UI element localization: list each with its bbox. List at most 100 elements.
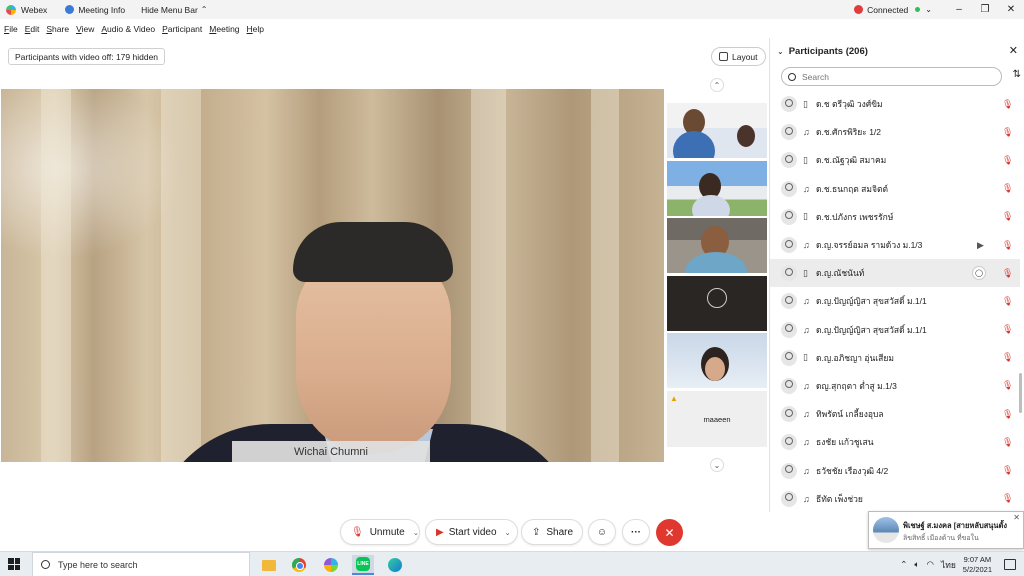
muted-mic-icon[interactable]: 🎙︎ [1002, 465, 1013, 476]
muted-mic-icon[interactable]: 🎙︎ [1002, 380, 1013, 391]
headset-icon: ♫ [803, 493, 810, 504]
language-indicator[interactable]: ไทย [941, 558, 956, 572]
share-button[interactable]: ⇪ Share [521, 519, 583, 545]
speaker-name-tag: Wichai Chumni [232, 441, 430, 462]
sort-icon[interactable]: ⇅ [1013, 69, 1021, 80]
participant-row[interactable]: ♫ ธงชัย แก้วชูเสน 🎙︎ [770, 428, 1020, 456]
participant-row[interactable]: ♫ ด.ช.ศักรพิริยะ 1/2 🎙︎ [770, 118, 1020, 146]
close-window-button[interactable]: ✕ [998, 4, 1024, 15]
wifi-icon[interactable]: ◠ [927, 559, 934, 570]
video-thumbnail[interactable] [667, 103, 767, 158]
participant-row[interactable]: ♫ ทิพรัตน์ เกลี้ยงอุบล 🎙︎ [770, 400, 1020, 428]
avatar [781, 406, 797, 423]
notifications-icon[interactable] [1004, 559, 1016, 570]
webex-taskbar-icon[interactable] [320, 555, 342, 575]
muted-mic-icon[interactable]: 🎙︎ [1002, 352, 1013, 363]
chat-notification[interactable]: พิเชษฐ์ ส.มงคล [สายหลับสนุนตั้ง ลิขสิทธิ… [868, 511, 1024, 549]
muted-mic-icon[interactable]: 🎙︎ [1002, 268, 1013, 279]
video-thumbnail[interactable] [667, 218, 767, 273]
chrome-icon[interactable] [288, 555, 310, 575]
connection-status[interactable]: Connected ⌄ [854, 5, 932, 15]
participant-row[interactable]: ♫ ด.ญ.ปัญญ์ญิสา สุขสวัสดิ์ ม.1/1 🎙︎ [770, 316, 1020, 344]
reactions-button[interactable]: ☺ [588, 519, 616, 545]
participant-row[interactable]: ♫ ด.ญ.ปัญญ์ญิสา สุขสวัสดิ์ ม.1/1 🎙︎ [770, 287, 1020, 315]
participant-row[interactable]: ▯ ด.ช.ณัฐวุฒิ สมาคม 🎙︎ [770, 146, 1020, 174]
unmute-button[interactable]: 🎙︎ Unmute ⌄ [340, 519, 420, 545]
chevron-down-icon[interactable]: ⌄ [505, 528, 511, 537]
headset-icon: ♫ [803, 465, 810, 476]
participants-panel-header[interactable]: ⌄ Participants (206) [777, 46, 868, 57]
hidden-participants-notice[interactable]: Participants with video off: 179 hidden [8, 48, 166, 65]
chevron-up-icon: ⌃ [200, 5, 208, 14]
tray-overflow-icon[interactable]: ⌃ [900, 559, 907, 570]
video-thumbnail[interactable] [667, 161, 767, 216]
muted-mic-icon[interactable]: 🎙︎ [1002, 127, 1013, 138]
leave-meeting-button[interactable]: ✕ [656, 519, 683, 546]
muted-mic-icon[interactable]: 🎙︎ [1002, 211, 1013, 222]
windows-start-icon[interactable] [8, 558, 20, 570]
participant-name: ดญ.สุกฤตา ต่ำสู ม.1/3 [816, 380, 897, 391]
chat-bubble-icon[interactable]: ◯ [972, 266, 986, 281]
muted-mic-icon[interactable]: 🎙︎ [1002, 437, 1013, 448]
more-icon: ··· [631, 526, 641, 538]
menu-meeting[interactable]: Meeting [209, 24, 239, 34]
avatar [781, 124, 797, 141]
more-options-button[interactable]: ··· [622, 519, 650, 545]
video-thumbnail[interactable] [667, 333, 767, 388]
file-explorer-icon[interactable] [258, 555, 280, 575]
menu-file[interactable]: File [4, 24, 18, 34]
webex-logo-icon [6, 4, 16, 15]
search-input[interactable] [802, 71, 982, 82]
thumbnails-scroll-up-button[interactable]: ⌃ [710, 78, 724, 92]
participant-row[interactable]: ▯ ด.ช ตรีวุฒิ วงศ์ขิม 🎙︎ [770, 90, 1020, 118]
menu-audio-video[interactable]: Audio & Video [101, 24, 155, 34]
participant-row[interactable]: ♫ ดญ.สุกฤตา ต่ำสู ม.1/3 🎙︎ [770, 372, 1020, 400]
video-thumbnail-name-only[interactable]: ▲ maaeen [667, 391, 767, 447]
menu-share[interactable]: Share [46, 24, 69, 34]
line-app-icon[interactable]: LINE [352, 555, 374, 575]
volume-icon[interactable]: 🔈︎ [914, 559, 919, 570]
notification-avatar [873, 517, 899, 543]
active-speaker-video[interactable] [1, 89, 664, 462]
participant-row[interactable]: ▯ ด.ช.ปภังกร เพชรรักษ์ 🎙︎ [770, 203, 1020, 231]
layout-button[interactable]: Layout [711, 47, 766, 66]
notification-subtitle: ลิขสิทธิ์ เมืองด้าน ที่ขอใน [903, 535, 979, 542]
muted-mic-icon[interactable]: 🎙︎ [1002, 155, 1013, 166]
muted-mic-icon[interactable]: 🎙︎ [1002, 493, 1013, 504]
hide-menu-bar-button[interactable]: Hide Menu Bar ⌃ [141, 5, 207, 15]
chevron-down-icon[interactable]: ⌄ [413, 528, 419, 537]
edge-icon[interactable] [384, 555, 406, 575]
muted-mic-icon[interactable]: 🎙︎ [1002, 183, 1013, 194]
participant-row[interactable]: ♫ ธีทัต เพ็งช่วย 🎙︎ [770, 485, 1020, 513]
participant-row[interactable]: ▯ ด.ญ.อภิชญา อุ่นเสียม 🎙︎ [770, 344, 1020, 372]
menu-view[interactable]: View [76, 24, 94, 34]
menu-edit[interactable]: Edit [25, 24, 40, 34]
start-video-button[interactable]: ▶︎ Start video ⌄ [425, 519, 518, 545]
participant-list-scrollbar[interactable] [1019, 373, 1022, 413]
muted-mic-icon[interactable]: 🎙︎ [1002, 240, 1013, 251]
thumbnails-scroll-down-button[interactable]: ⌄ [710, 458, 724, 472]
headset-icon: ♫ [803, 183, 810, 194]
muted-mic-icon[interactable]: 🎙︎ [1002, 324, 1013, 335]
participant-row[interactable]: ▯ ด.ญ.ณัชนันท์ ◯ 🎙︎ [770, 259, 1020, 288]
menu-help[interactable]: Help [247, 24, 264, 34]
muted-mic-icon[interactable]: 🎙︎ [1002, 296, 1013, 307]
close-panel-icon[interactable]: ✕ [1009, 44, 1018, 57]
participant-row[interactable]: ♫ ธวัชชัย เรืองวุฒิ 4/2 🎙︎ [770, 456, 1020, 484]
muted-mic-icon[interactable]: 🎙︎ [1002, 99, 1013, 110]
taskbar-search[interactable]: Type here to search [32, 552, 250, 576]
meeting-info-button[interactable]: Meeting Info [65, 5, 125, 15]
minimize-button[interactable]: – [946, 4, 972, 15]
restore-button[interactable]: ❐ [972, 4, 998, 15]
avatar [781, 349, 797, 366]
warning-icon: ▲ [670, 394, 678, 403]
participant-row[interactable]: ♫ ด.ช.ธนกฤต สมจิตต์ 🎙︎ [770, 175, 1020, 203]
title-bar: Webex Meeting Info Hide Menu Bar ⌃ Conne… [0, 0, 1024, 19]
taskbar-clock[interactable]: 9:07 AM 5/2/2021 [963, 555, 992, 575]
close-notification-icon[interactable]: ✕ [1013, 513, 1020, 522]
muted-mic-icon[interactable]: 🎙︎ [1002, 409, 1013, 420]
video-thumbnail[interactable] [667, 276, 767, 331]
video-off-icon: ▶︎ [436, 526, 444, 538]
participant-row[interactable]: ♫ ด.ญ.จรรย์อมล รามด้วง ม.1/3 ▶ 🎙︎ [770, 231, 1020, 259]
menu-participant[interactable]: Participant [162, 24, 202, 34]
